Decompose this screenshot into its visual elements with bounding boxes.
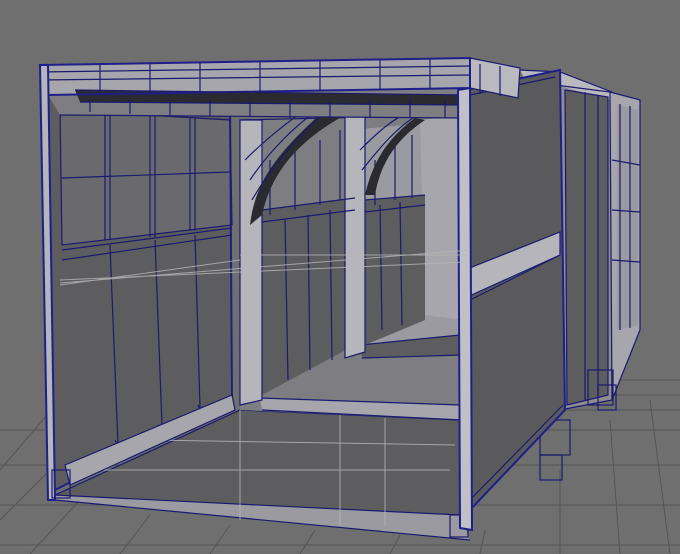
roof-frame[interactable] xyxy=(38,56,521,119)
3d-viewport[interactable] xyxy=(0,0,680,554)
